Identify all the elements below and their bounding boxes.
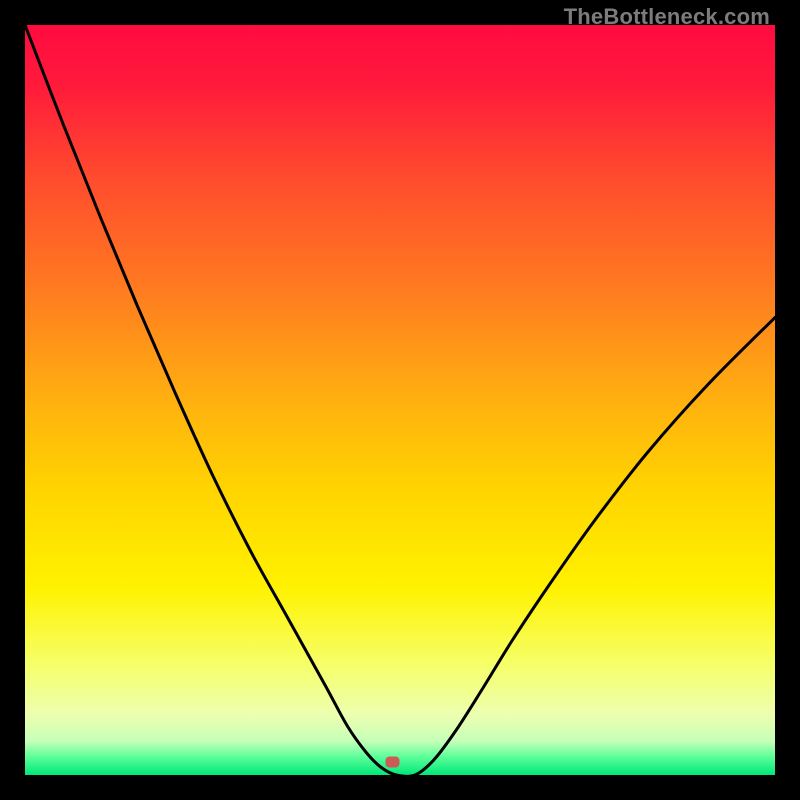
plot-area: [25, 25, 775, 775]
optimal-marker: [386, 757, 400, 768]
chart-frame: TheBottleneck.com: [0, 0, 800, 800]
gradient-background: [25, 25, 775, 775]
bottleneck-chart: [25, 25, 775, 775]
